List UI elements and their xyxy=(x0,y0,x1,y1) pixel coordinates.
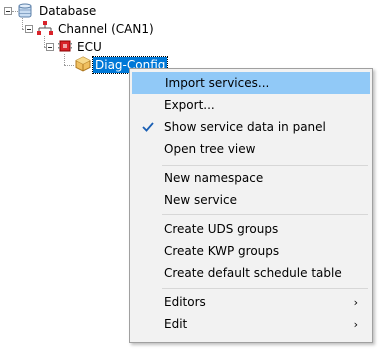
menu-item-label: New namespace xyxy=(164,171,264,185)
menu-item-editors[interactable]: Editors › xyxy=(132,291,370,313)
menu-item-import-services[interactable]: Import services... xyxy=(132,72,370,94)
network-icon xyxy=(37,21,53,35)
tree-item-database[interactable]: Database xyxy=(39,3,96,19)
menu-item-label: Import services... xyxy=(165,76,270,90)
database-icon xyxy=(18,3,32,18)
menu-item-label: Show service data in panel xyxy=(164,120,326,134)
menu-item-label: New service xyxy=(164,193,237,207)
context-menu: Import services... Export... Show servic… xyxy=(129,68,373,343)
ecu-chip-icon xyxy=(58,40,72,52)
menu-separator xyxy=(162,288,368,289)
menu-item-label: Open tree view xyxy=(164,142,256,156)
tree-item-ecu[interactable]: ECU xyxy=(77,39,102,55)
menu-item-label: Create UDS groups xyxy=(164,222,279,236)
tree-item-channel[interactable]: Channel (CAN1) xyxy=(58,21,154,37)
package-icon xyxy=(75,56,91,72)
menu-separator xyxy=(162,165,368,166)
collapse-toggle-channel[interactable] xyxy=(25,25,33,33)
menu-item-label: Create default schedule table xyxy=(164,266,342,280)
menu-item-create-uds-groups[interactable]: Create UDS groups xyxy=(132,218,370,240)
checkmark-icon xyxy=(142,122,154,132)
menu-item-label: Export... xyxy=(164,98,215,112)
menu-item-create-default-schedule-table[interactable]: Create default schedule table xyxy=(132,262,370,284)
menu-item-export[interactable]: Export... xyxy=(132,94,370,116)
menu-item-show-service-data[interactable]: Show service data in panel xyxy=(132,116,370,138)
menu-item-new-namespace[interactable]: New namespace xyxy=(132,167,370,189)
menu-item-label: Editors xyxy=(164,295,206,309)
menu-item-label: Create KWP groups xyxy=(164,244,280,258)
tree-connector xyxy=(64,54,66,65)
menu-item-open-tree-view[interactable]: Open tree view xyxy=(132,138,370,160)
menu-separator xyxy=(162,214,368,215)
menu-item-create-kwp-groups[interactable]: Create KWP groups xyxy=(132,240,370,262)
collapse-toggle-database[interactable] xyxy=(4,7,12,15)
menu-item-new-service[interactable]: New service xyxy=(132,189,370,211)
collapse-toggle-ecu[interactable] xyxy=(46,43,54,51)
chevron-right-icon: › xyxy=(353,317,358,331)
menu-item-edit[interactable]: Edit › xyxy=(132,313,370,335)
chevron-right-icon: › xyxy=(353,295,358,309)
tree-connector xyxy=(64,65,74,67)
menu-item-label: Edit xyxy=(164,317,188,331)
tree-connector xyxy=(22,18,24,29)
